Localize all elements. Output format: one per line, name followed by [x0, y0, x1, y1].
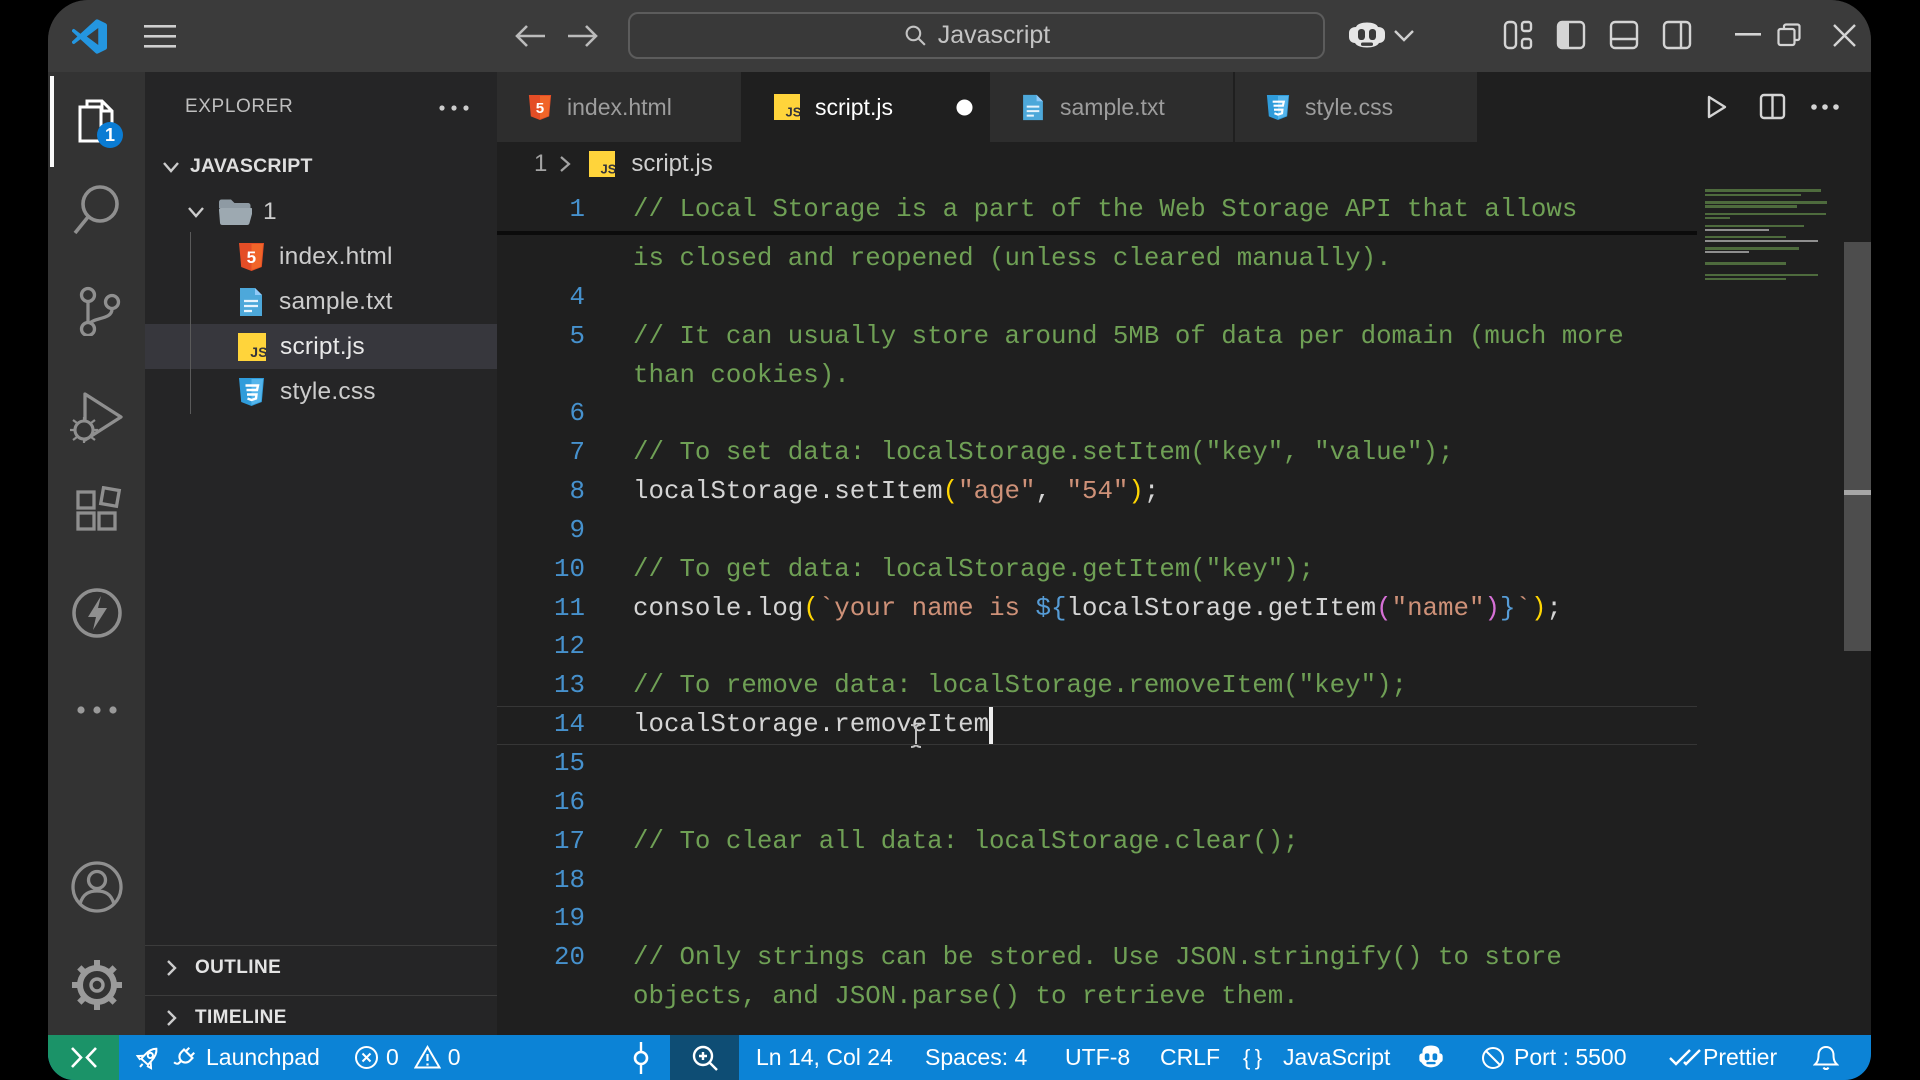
- svg-text:JS: JS: [250, 344, 266, 360]
- svg-text:1: 1: [104, 125, 114, 145]
- svg-text:5: 5: [536, 99, 544, 116]
- svg-text:JS: JS: [786, 104, 800, 119]
- svg-text:5: 5: [247, 248, 257, 267]
- svg-text:JS: JS: [601, 161, 615, 176]
